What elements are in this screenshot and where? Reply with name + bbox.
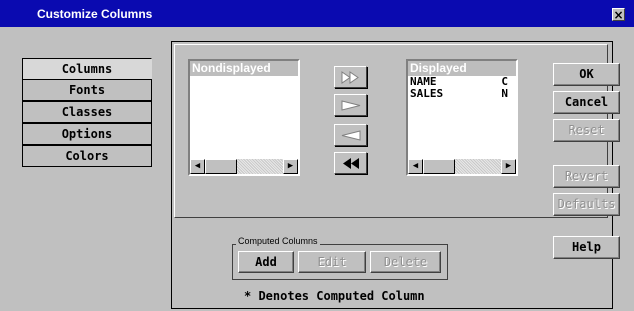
move-all-left-button[interactable] [334,152,367,174]
close-button[interactable]: × [612,8,625,21]
scroll-thumb[interactable] [423,159,455,174]
scroll-right-icon: ▶ [505,161,512,171]
right-arrow-icon [341,100,361,111]
close-icon: × [613,8,624,22]
scroll-left-icon: ◀ [412,161,419,171]
tab-options[interactable]: Options [22,123,152,145]
displayed-hscrollbar[interactable]: ◀ ▶ [408,159,516,174]
scroll-right-button[interactable]: ▶ [501,159,516,174]
reset-button[interactable]: Reset [553,119,620,142]
scroll-left-button[interactable]: ◀ [190,159,205,174]
tab-classes[interactable]: Classes [22,101,152,123]
double-left-arrow-icon [343,158,359,169]
nondisplayed-header: Nondisplayed [190,61,298,76]
move-left-button[interactable] [334,124,367,146]
displayed-list[interactable]: Displayed NAME C SALES N ◀ ▶ [406,59,518,176]
nondisplayed-hscrollbar[interactable]: ◀ ▶ [190,159,298,174]
column-type: N [501,87,508,100]
move-right-button[interactable] [334,94,367,116]
computed-columns-label: Computed Columns [236,236,320,246]
double-right-arrow-icon [341,71,359,84]
scroll-right-button[interactable]: ▶ [283,159,298,174]
add-button[interactable]: Add [238,251,294,273]
edit-button[interactable]: Edit [298,251,366,273]
scroll-left-button[interactable]: ◀ [408,159,423,174]
move-all-right-button[interactable] [334,66,367,88]
list-item[interactable]: SALES N [408,88,516,100]
computed-column-note: * Denotes Computed Column [244,289,425,303]
left-arrow-icon [341,130,361,141]
column-name: SALES [410,87,444,100]
tab-colors[interactable]: Colors [22,145,152,167]
nondisplayed-list[interactable]: Nondisplayed ◀ ▶ [188,59,300,176]
displayed-header: Displayed [408,61,516,76]
ok-button[interactable]: OK [553,63,620,86]
cancel-button[interactable]: Cancel [553,91,620,114]
title-bar: Customize Columns × [0,0,634,27]
defaults-button[interactable]: Defaults [553,193,620,216]
scroll-left-icon: ◀ [194,161,201,171]
revert-button[interactable]: Revert [553,165,620,188]
delete-button[interactable]: Delete [370,251,441,273]
scroll-right-icon: ▶ [287,161,294,171]
help-button[interactable]: Help [553,236,620,259]
window-title: Customize Columns [37,7,153,21]
scroll-thumb[interactable] [205,159,237,174]
tab-fonts[interactable]: Fonts [22,79,152,101]
tab-columns[interactable]: Columns [22,58,152,80]
